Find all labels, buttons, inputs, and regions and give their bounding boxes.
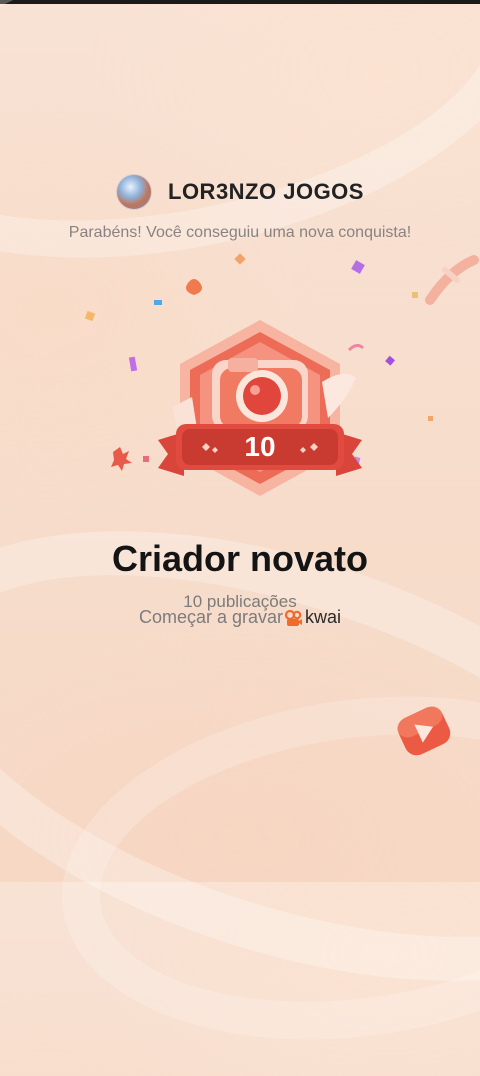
badge-number: 10 [244,431,275,462]
achievement-title: Criador novato [111,538,369,579]
camera-icon [212,358,308,430]
start-recording-link[interactable]: Começar a gravar kwai [0,607,480,628]
kwai-wordmark: kwai [305,607,342,627]
achievement-badge: 10 [150,312,370,512]
kwai-logo-icon [285,609,303,626]
cta-label: Começar a gravar [138,607,284,627]
kwai-brand: kwai [285,607,341,628]
